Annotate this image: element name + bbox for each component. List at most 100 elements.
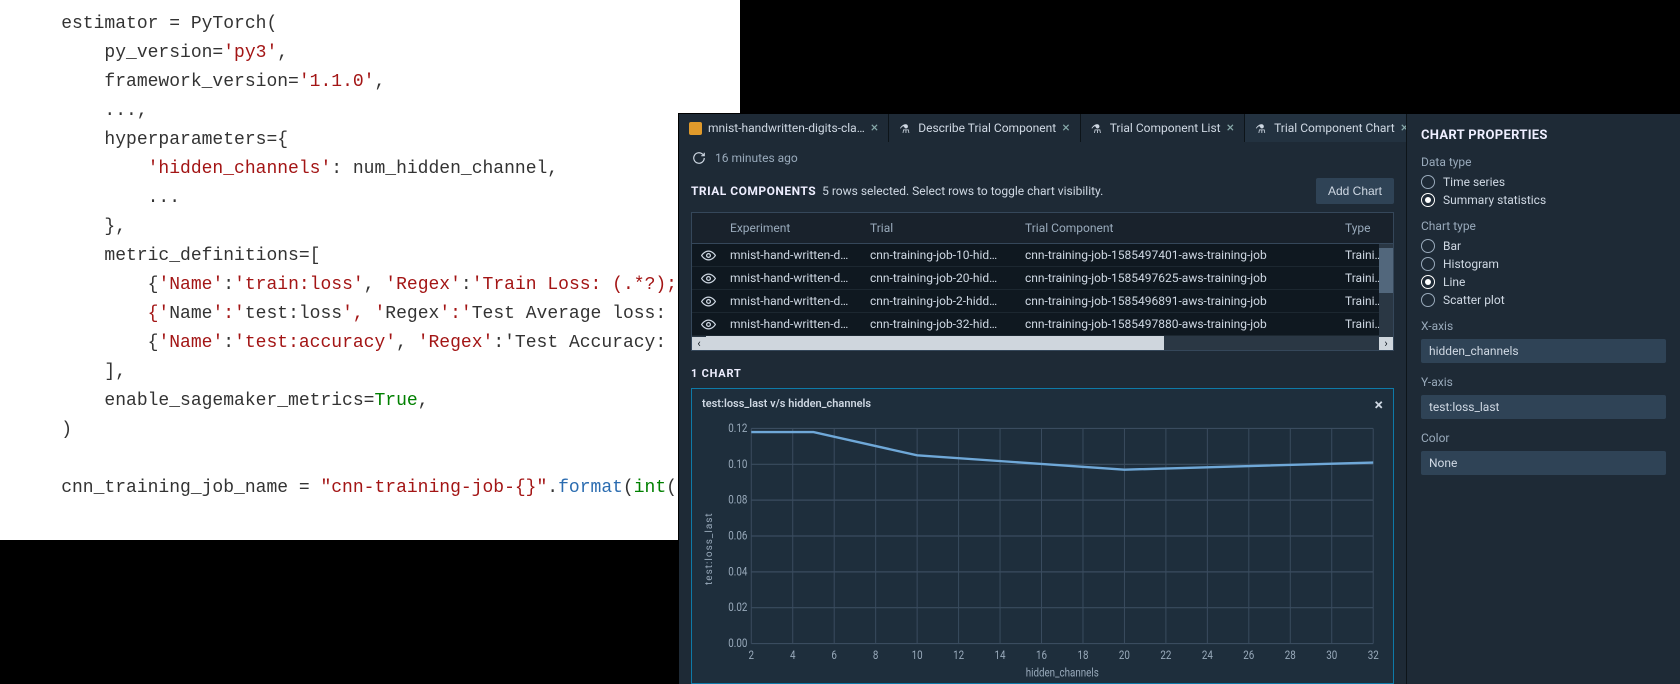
xaxis-select[interactable]: hidden_channels [1421,339,1666,363]
radio-histogram[interactable]: Histogram [1421,257,1666,271]
svg-text:2: 2 [749,648,755,662]
column-header[interactable] [692,226,724,230]
charts-section-title: 1 CHART [691,367,1394,380]
chart-type-label: Chart type [1421,219,1666,233]
radio-dot-icon [1421,293,1435,307]
refresh-time: 16 minutes ago [715,151,798,165]
chart-properties-title: CHART PROPERTIES [1421,128,1666,143]
scroll-right-icon[interactable]: › [1379,337,1393,350]
radio-time-series[interactable]: Time series [1421,175,1666,189]
flask-icon: ⚗ [899,122,912,135]
trial-components-table: ExperimentTrialTrial ComponentType mnist… [691,212,1394,351]
charts-section: 1 CHART test:loss_last v/s hidden_channe… [679,351,1406,684]
radio-label: Bar [1443,239,1461,253]
svg-text:0.06: 0.06 [728,529,747,543]
radio-dot-icon [1421,257,1435,271]
scroll-left-icon[interactable]: ‹ [692,337,706,350]
radio-label: Line [1443,275,1465,289]
table-body: mnist-hand-written-d…cnn-training-job-10… [692,244,1393,336]
tab-bar: mnist-handwritten-digits-cla…×⚗Describe … [679,114,1406,142]
xaxis-label: X-axis [1421,319,1666,333]
tab-2[interactable]: ⚗ Trial Component List × [1081,114,1245,142]
cell-exp: mnist-hand-written-d… [724,291,864,311]
radio-label: Time series [1443,175,1505,189]
yaxis-select[interactable]: test:loss_last [1421,395,1666,419]
svg-text:8: 8 [873,648,879,662]
cell-comp: cnn-training-job-1585497625-aws-training… [1019,268,1339,288]
yaxis-label: Y-axis [1421,375,1666,389]
cell-exp: mnist-hand-written-d… [724,245,864,265]
flask-icon: ⚗ [1255,122,1268,135]
close-icon[interactable]: × [1375,397,1384,413]
column-header[interactable]: Experiment [724,219,864,237]
svg-text:4: 4 [790,648,796,662]
svg-text:30: 30 [1326,648,1337,662]
notebook-code-panel: estimator = PyTorch( py_version='py3', f… [0,0,740,540]
radio-dot-icon [1421,175,1435,189]
data-type-label: Data type [1421,155,1666,169]
svg-text:26: 26 [1243,648,1254,662]
cell-comp: cnn-training-job-1585496891-aws-training… [1019,291,1339,311]
svg-text:18: 18 [1077,648,1088,662]
tab-label: Trial Component Chart [1274,121,1395,135]
color-label: Color [1421,431,1666,445]
radio-dot-icon [1421,193,1435,207]
cell-trial: cnn-training-job-2-hidd… [864,291,1019,311]
svg-text:0.02: 0.02 [728,600,747,614]
trial-components-bar: TRIAL COMPONENTS 5 rows selected. Select… [679,174,1406,212]
cell-trial: cnn-training-job-10-hid… [864,245,1019,265]
radio-bar[interactable]: Bar [1421,239,1666,253]
table-row[interactable]: mnist-hand-written-d…cnn-training-job-10… [692,244,1393,267]
radio-line[interactable]: Line [1421,275,1666,289]
trial-components-title: TRIAL COMPONENTS [691,184,816,198]
close-icon[interactable]: × [871,121,878,135]
code-block: estimator = PyTorch( py_version='py3', f… [0,0,740,513]
color-select[interactable]: None [1421,451,1666,475]
radio-dot-icon [1421,239,1435,253]
table-row[interactable]: mnist-hand-written-d…cnn-training-job-32… [692,313,1393,336]
eye-icon[interactable] [692,245,724,266]
svg-text:16: 16 [1036,648,1047,662]
svg-text:0.04: 0.04 [728,565,747,579]
close-icon[interactable]: × [1227,121,1234,135]
column-header[interactable]: Trial Component [1019,219,1339,237]
cell-trial: cnn-training-job-20-hid… [864,268,1019,288]
eye-icon[interactable] [692,268,724,289]
eye-icon[interactable] [692,291,724,312]
column-header[interactable]: Trial [864,219,1019,237]
svg-text:0.00: 0.00 [728,636,747,650]
horizontal-scrollbar[interactable]: ‹ › [692,336,1393,350]
cell-exp: mnist-hand-written-d… [724,314,864,334]
svg-text:6: 6 [831,648,837,662]
refresh-icon[interactable] [691,150,707,166]
tab-3[interactable]: ⚗Trial Component Chart× [1245,114,1419,142]
flask-icon: ⚗ [1091,122,1104,135]
svg-text:28: 28 [1285,648,1296,662]
svg-text:0.10: 0.10 [728,457,747,471]
close-icon[interactable]: × [1062,121,1069,135]
chart-title: test:loss_last v/s hidden_channels [702,397,871,413]
radio-scatter-plot[interactable]: Scatter plot [1421,293,1666,307]
svg-text:12: 12 [953,648,964,662]
table-row[interactable]: mnist-hand-written-d…cnn-training-job-2-… [692,290,1393,313]
cell-comp: cnn-training-job-1585497880-aws-training… [1019,314,1339,334]
svg-text:22: 22 [1160,648,1171,662]
tab-label: Trial Component List [1110,121,1221,135]
radio-dot-icon [1421,275,1435,289]
tab-1[interactable]: ⚗Describe Trial Component× [889,114,1080,142]
vertical-scrollbar[interactable] [1379,244,1393,336]
radio-label: Summary statistics [1443,193,1546,207]
cell-exp: mnist-hand-written-d… [724,268,864,288]
radio-label: Histogram [1443,257,1499,271]
svg-text:14: 14 [995,648,1006,662]
radio-summary-statistics[interactable]: Summary statistics [1421,193,1666,207]
eye-icon[interactable] [692,314,724,335]
add-chart-button[interactable]: Add Chart [1316,178,1394,204]
table-row[interactable]: mnist-hand-written-d…cnn-training-job-20… [692,267,1393,290]
column-header[interactable]: Type [1339,219,1393,237]
svg-text:0.08: 0.08 [728,493,747,507]
tab-0[interactable]: mnist-handwritten-digits-cla…× [679,114,889,142]
chart-card: test:loss_last v/s hidden_channels × tes… [691,388,1394,684]
chart-plot: 0.000.020.040.060.080.100.12246810121416… [717,419,1383,679]
svg-text:0.12: 0.12 [728,421,747,435]
